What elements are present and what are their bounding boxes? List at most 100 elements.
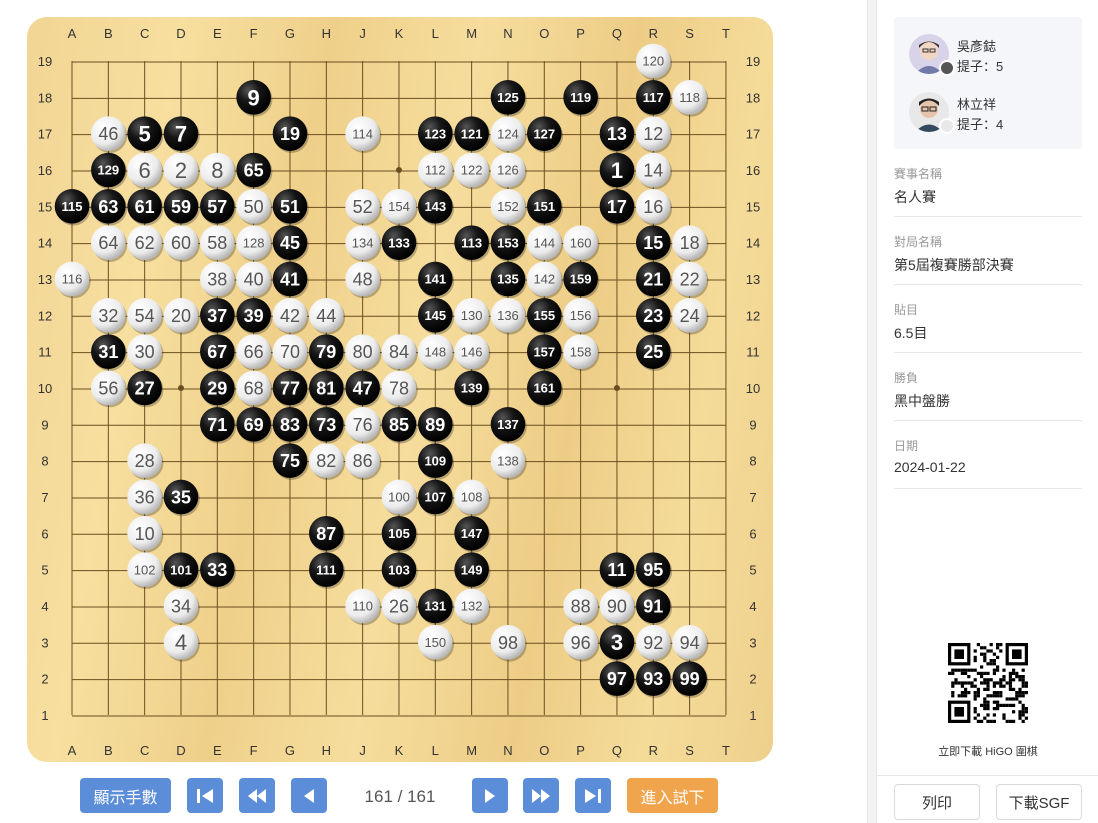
download-sgf-button[interactable]: 下載SGF (996, 784, 1082, 820)
move-number: 141 (424, 272, 446, 287)
move-number: 146 (461, 344, 483, 359)
qr-module (1012, 719, 1016, 723)
row-label: 9 (749, 417, 756, 432)
go-board[interactable]: A A B B C C D D E E F F G G H H J J K K L L M M N N O O P P Q Q R R S S T T 19… (27, 17, 773, 762)
row-label: 19 (38, 54, 52, 69)
move-number: 19 (280, 124, 300, 144)
qr-module (1021, 691, 1025, 695)
move-number: 17 (607, 197, 627, 217)
move-number: 76 (353, 415, 373, 435)
row-label: 9 (41, 417, 48, 432)
qr-module (992, 671, 996, 675)
qr-module (1024, 707, 1028, 711)
qr-module (983, 687, 987, 691)
row-label: 15 (746, 199, 760, 214)
qr-module (986, 687, 990, 691)
move-number: 154 (388, 199, 410, 214)
row-label: 10 (38, 381, 52, 396)
qr-module (986, 678, 990, 682)
qr-module (986, 700, 990, 704)
qr-module (992, 713, 996, 717)
show-move-numbers-button[interactable]: 顯示手數 (80, 778, 171, 813)
qr-module (1024, 691, 1028, 695)
qr-module (992, 662, 996, 666)
qr-module (973, 655, 977, 659)
forward-ten-button[interactable] (523, 778, 559, 813)
next-move-button[interactable] (472, 778, 508, 813)
move-number: 91 (643, 596, 663, 616)
playback-controls: 顯示手數 161 / 161 進入試下 (0, 775, 868, 819)
qr-module (1008, 678, 1012, 682)
move-number: 34 (171, 596, 191, 616)
play-icon (485, 788, 495, 803)
move-number: 89 (425, 415, 445, 435)
qr-module (973, 716, 977, 720)
move-number: 42 (280, 306, 300, 326)
move-number: 70 (280, 342, 300, 362)
qr-module (1005, 681, 1009, 685)
qr-module (983, 652, 987, 656)
row-label: 1 (41, 708, 48, 723)
move-number: 35 (171, 487, 191, 507)
row-label: 3 (41, 635, 48, 650)
qr-module (992, 694, 996, 698)
qr-module (1008, 697, 1012, 701)
column-label: R (649, 26, 658, 41)
move-number: 45 (280, 233, 300, 253)
column-label: E (213, 743, 222, 758)
qr-module (983, 707, 987, 711)
column-label: B (104, 26, 113, 41)
move-number: 113 (461, 235, 482, 250)
row-label: 8 (749, 454, 756, 469)
move-number: 120 (642, 54, 664, 69)
info-komi: 貼目 6.5目 (894, 293, 1082, 353)
qr-module (1021, 675, 1025, 679)
qr-module (983, 697, 987, 701)
move-number: 71 (207, 415, 227, 435)
move-number: 151 (533, 199, 555, 214)
qr-module (1015, 694, 1019, 698)
qr-module (1018, 713, 1022, 717)
player-captures: 提子：5 (957, 59, 1004, 74)
back-ten-button[interactable] (239, 778, 275, 813)
skip-to-start-icon (197, 788, 213, 803)
qr-module (1018, 694, 1022, 698)
move-number: 153 (497, 235, 519, 250)
qr-module (999, 681, 1003, 685)
column-label: O (539, 26, 549, 41)
row-label: 4 (41, 599, 48, 614)
player-black: 吳彥鋕 提子：5 (909, 34, 1079, 76)
previous-move-button[interactable] (291, 778, 327, 813)
qr-module (957, 694, 961, 698)
qr-module (992, 652, 996, 656)
last-move-button[interactable] (575, 778, 611, 813)
print-button[interactable]: 列印 (894, 784, 980, 820)
move-number: 135 (497, 272, 519, 287)
qr-module (960, 671, 964, 675)
move-number: 110 (352, 599, 373, 614)
qr-module (1012, 649, 1022, 659)
move-number: 84 (389, 342, 409, 362)
qr-module (1021, 703, 1025, 707)
move-number: 88 (571, 596, 591, 616)
go-board-canvas[interactable]: AABBCCDDEEFFGGHHJJKKLLMMNNOOPPQQRRSSTT19… (27, 17, 773, 762)
qr-module (964, 687, 968, 691)
qr-module (973, 710, 977, 714)
move-number: 132 (461, 599, 483, 614)
move-number: 1 (611, 158, 623, 183)
qr-module (973, 678, 977, 682)
move-number: 155 (533, 308, 555, 323)
qr-caption: 立即下載 HiGO 圍棋 (938, 746, 1038, 758)
try-play-button[interactable]: 進入試下 (627, 778, 718, 813)
row-label: 16 (38, 163, 52, 178)
row-label: 14 (746, 236, 760, 251)
qr-module (1018, 678, 1022, 682)
qr-module (951, 668, 955, 672)
first-move-button[interactable] (187, 778, 223, 813)
move-number: 115 (62, 199, 83, 214)
move-number: 54 (135, 306, 155, 326)
move-number: 118 (679, 90, 700, 105)
move-number: 41 (280, 269, 300, 289)
move-number: 68 (244, 378, 264, 398)
qr-module (967, 691, 971, 695)
